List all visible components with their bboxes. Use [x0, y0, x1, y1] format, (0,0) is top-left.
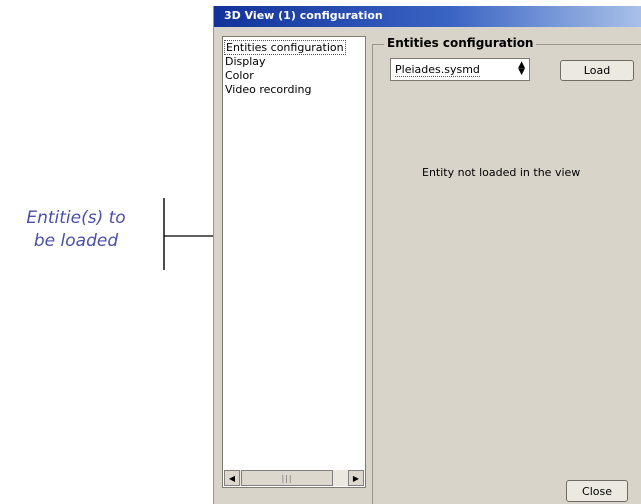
status-message: Entity not loaded in the view — [422, 166, 581, 179]
entity-select-value: Pleiades.sysmd — [395, 63, 480, 77]
close-button[interactable]: Close — [566, 480, 628, 502]
entity-select[interactable]: Pleiades.sysmd ▲ ▼ — [390, 58, 530, 81]
sidebar-item-display[interactable]: Display — [225, 55, 266, 68]
config-window: 3D View (1) configuration Entities confi… — [213, 6, 641, 504]
entities-configuration-group — [372, 44, 641, 504]
config-category-list[interactable]: Entities configuration Display Color Vid… — [222, 36, 366, 488]
sidebar-item-video-recording[interactable]: Video recording — [225, 83, 311, 96]
sidebar-item-entities-configuration[interactable]: Entities configuration — [224, 40, 346, 55]
annotation-line-1: Entitie(s) to — [26, 208, 126, 228]
window-title: 3D View (1) configuration — [224, 9, 383, 22]
horizontal-scrollbar[interactable]: ◀ ||| ▶ — [224, 470, 364, 486]
spin-arrows-icon[interactable]: ▲ ▼ — [518, 61, 525, 77]
annotation-label: Entitie(s) to be loaded — [6, 207, 146, 253]
scroll-left-icon[interactable]: ◀ — [224, 470, 240, 486]
load-button[interactable]: Load — [560, 60, 634, 81]
annotation-line-2: be loaded — [33, 231, 119, 251]
group-title: Entities configuration — [384, 36, 537, 50]
sidebar-item-color[interactable]: Color — [225, 69, 254, 82]
scroll-thumb[interactable]: ||| — [241, 470, 333, 486]
title-bar[interactable]: 3D View (1) configuration — [214, 6, 641, 27]
scroll-right-icon[interactable]: ▶ — [348, 470, 364, 486]
